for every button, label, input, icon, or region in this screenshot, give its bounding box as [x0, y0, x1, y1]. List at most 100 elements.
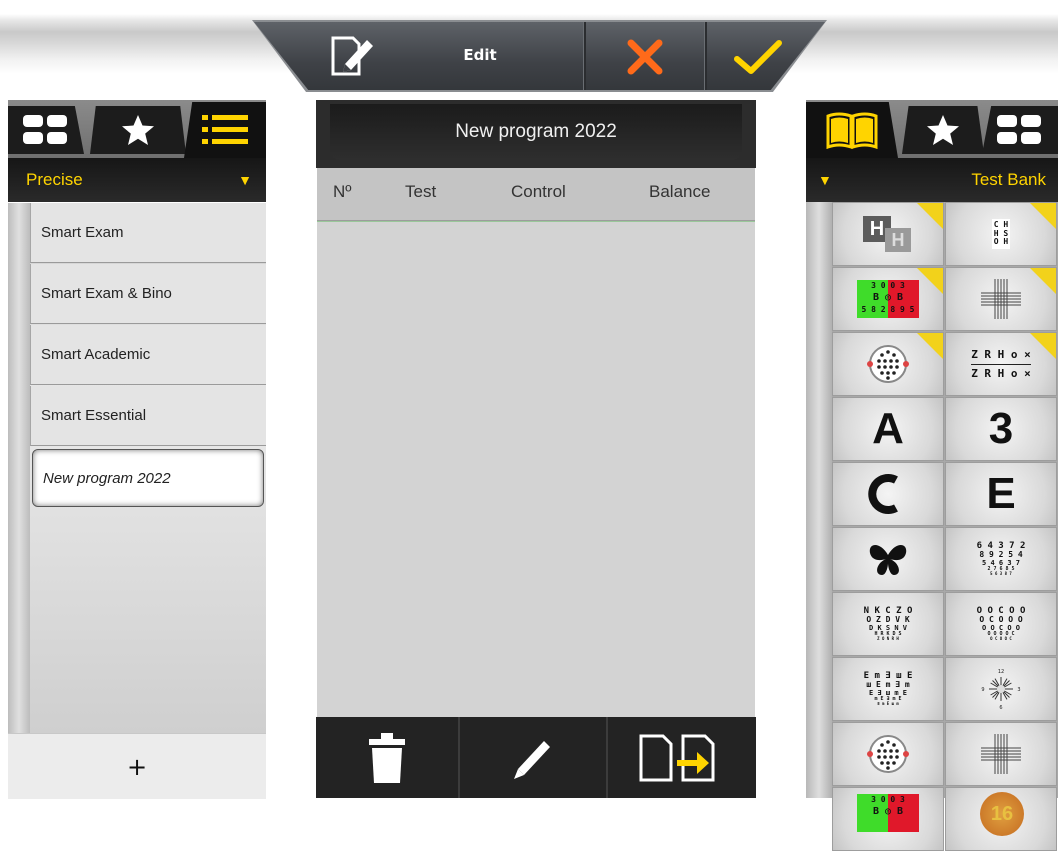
- cancel-icon[interactable]: [620, 34, 670, 80]
- test-bank-grid: H H C H H S O H 3 0 0 3 B ◎ B 5 8 2 8 9 …: [832, 202, 1058, 851]
- tile-text: 5 8 2 8 9 5: [861, 305, 915, 314]
- edit-pencil-icon: [514, 740, 550, 779]
- tile-text: O H: [993, 237, 1009, 247]
- tile-text: Z O N R H: [877, 636, 899, 642]
- tile-numbers-chart[interactable]: 6 4 3 7 2 8 9 2 5 4 5 4 6 3 7 2 7 6 8 5 …: [945, 527, 1057, 591]
- delete-icon: [369, 732, 405, 783]
- dropdown-arrow-icon: ▼: [818, 172, 832, 188]
- test-bank-selector[interactable]: ▼ Test Bank: [806, 158, 1058, 202]
- toolbar-divider: [704, 22, 707, 90]
- program-item-label: New program 2022: [43, 469, 171, 487]
- tile-h-fixation[interactable]: H H: [832, 202, 944, 266]
- star-icon: [927, 115, 959, 145]
- tile-text: Z R H o ×: [971, 347, 1031, 361]
- table-header: Nº Test Control Balance: [317, 168, 755, 221]
- tile-text: Z R H o ×: [971, 366, 1031, 380]
- grid-icon: [23, 115, 67, 144]
- delete-button[interactable]: [316, 717, 458, 798]
- tile-text: 3 0 0 3: [871, 795, 905, 804]
- tile-text: ∃ m E ш m: [877, 701, 899, 707]
- tile-landolt-rings-chart[interactable]: O O C O O O C O O O O O C O O O O O O C …: [945, 592, 1057, 656]
- test-bank-label: Test Bank: [971, 170, 1046, 189]
- program-item[interactable]: Smart Exam: [30, 203, 266, 263]
- tile-text: 5 6 3 8 7: [990, 571, 1012, 577]
- tile-letter-3[interactable]: 3: [945, 397, 1057, 461]
- tab-list[interactable]: [184, 102, 266, 158]
- copy-program-icon: [639, 734, 715, 781]
- tile-text: H: [885, 228, 911, 252]
- tab-grid-bank[interactable]: [982, 106, 1058, 154]
- tile-duochrome-2[interactable]: 3 0 0 3 B ◎ B: [832, 787, 944, 851]
- program-item-label: Smart Exam & Bino: [41, 285, 172, 302]
- column-balance: Balance: [649, 182, 711, 201]
- tab-favorites[interactable]: [90, 106, 186, 154]
- list-scroll-rail[interactable]: [8, 203, 30, 733]
- tile-text: 3 0 0 3: [871, 281, 905, 290]
- program-item-selected[interactable]: New program 2022: [32, 449, 264, 507]
- tile-e-chart[interactable]: E m ∃ ш E ш E m ∃ m E ∃ ш m E m E ∃ m E …: [832, 657, 944, 721]
- program-group-label: Precise: [26, 170, 83, 189]
- tile-cross-grid[interactable]: [945, 267, 1057, 331]
- tile-landolt-c[interactable]: C: [832, 462, 944, 526]
- tile-nkczo-chart[interactable]: N K C Z O O Z D V K D K S N V H R K D S …: [832, 592, 944, 656]
- tile-text: B ◎ B: [872, 292, 904, 303]
- svg-text:9: 9: [981, 687, 984, 693]
- program-item[interactable]: Smart Academic: [30, 325, 266, 385]
- tile-text: A: [872, 404, 904, 453]
- program-item-label: Smart Exam: [41, 224, 124, 241]
- program-item-label: Smart Academic: [41, 346, 151, 363]
- confirm-icon[interactable]: [728, 34, 788, 80]
- tile-clock-dial[interactable]: 12 3 6 9: [945, 657, 1057, 721]
- program-list: Smart Exam Smart Exam & Bino Smart Acade…: [8, 203, 266, 733]
- tab-favorites-bank[interactable]: [902, 106, 984, 154]
- program-title: New program 2022: [330, 104, 742, 160]
- left-tabbar: [8, 100, 266, 158]
- right-tabbar: [806, 100, 1058, 158]
- add-label: +: [126, 752, 148, 781]
- tile-zrh-letters[interactable]: Z R H o × Z R H o ×: [945, 332, 1057, 396]
- tile-text: E: [986, 469, 1016, 518]
- tile-ishihara[interactable]: 16: [945, 787, 1057, 851]
- program-actions-bar: [316, 717, 756, 798]
- cross-grid-icon: [981, 279, 1021, 319]
- list-icon: [202, 115, 248, 144]
- tile-dot-circle[interactable]: [832, 332, 944, 396]
- tile-cross-grid-2[interactable]: [945, 722, 1057, 786]
- test-sequence-table[interactable]: [317, 221, 755, 718]
- butterfly-icon: [869, 545, 907, 575]
- tile-ch-chart[interactable]: C H H S O H: [945, 202, 1057, 266]
- tile-dot-circle-2[interactable]: [832, 722, 944, 786]
- dot-circle-icon: [867, 345, 909, 383]
- star-icon: [122, 115, 154, 145]
- cross-grid-icon: [981, 734, 1021, 774]
- program-item[interactable]: Smart Essential: [30, 386, 266, 446]
- dropdown-arrow-icon: ▼: [238, 172, 252, 188]
- edit-document-icon[interactable]: [322, 32, 378, 80]
- add-program-button[interactable]: +: [8, 733, 266, 799]
- tile-text: O C O O C: [990, 636, 1012, 642]
- svg-text:3: 3: [1017, 687, 1020, 693]
- toolbar-edit-label: Edit: [463, 46, 497, 64]
- tile-butterfly[interactable]: [832, 527, 944, 591]
- program-item[interactable]: Smart Exam & Bino: [30, 264, 266, 324]
- edit-button[interactable]: [460, 717, 606, 798]
- tile-text: B ◎ B: [872, 806, 904, 817]
- program-group-selector[interactable]: Precise ▼: [8, 158, 266, 202]
- column-number: Nº: [333, 182, 352, 201]
- column-test: Test: [405, 182, 437, 201]
- svg-text:6: 6: [999, 705, 1002, 711]
- clock-dial-icon: 12 3 6 9: [981, 669, 1020, 711]
- grid-icon: [997, 115, 1041, 144]
- tile-text: 3: [988, 404, 1014, 453]
- program-item-label: Smart Essential: [41, 407, 147, 424]
- test-bank-scroll-rail[interactable]: [806, 202, 832, 798]
- tab-grid[interactable]: [8, 106, 84, 154]
- tile-letter-a[interactable]: A: [832, 397, 944, 461]
- tile-text: 16: [980, 792, 1024, 836]
- tile-red-green-duochrome[interactable]: 3 0 0 3 B ◎ B 5 8 2 8 9 5: [832, 267, 944, 331]
- landolt-c-icon: [868, 474, 898, 514]
- tab-test-bank[interactable]: [806, 102, 898, 158]
- svg-text:12: 12: [998, 669, 1004, 675]
- tile-tumbling-e[interactable]: E: [945, 462, 1057, 526]
- copy-program-button[interactable]: [608, 717, 756, 798]
